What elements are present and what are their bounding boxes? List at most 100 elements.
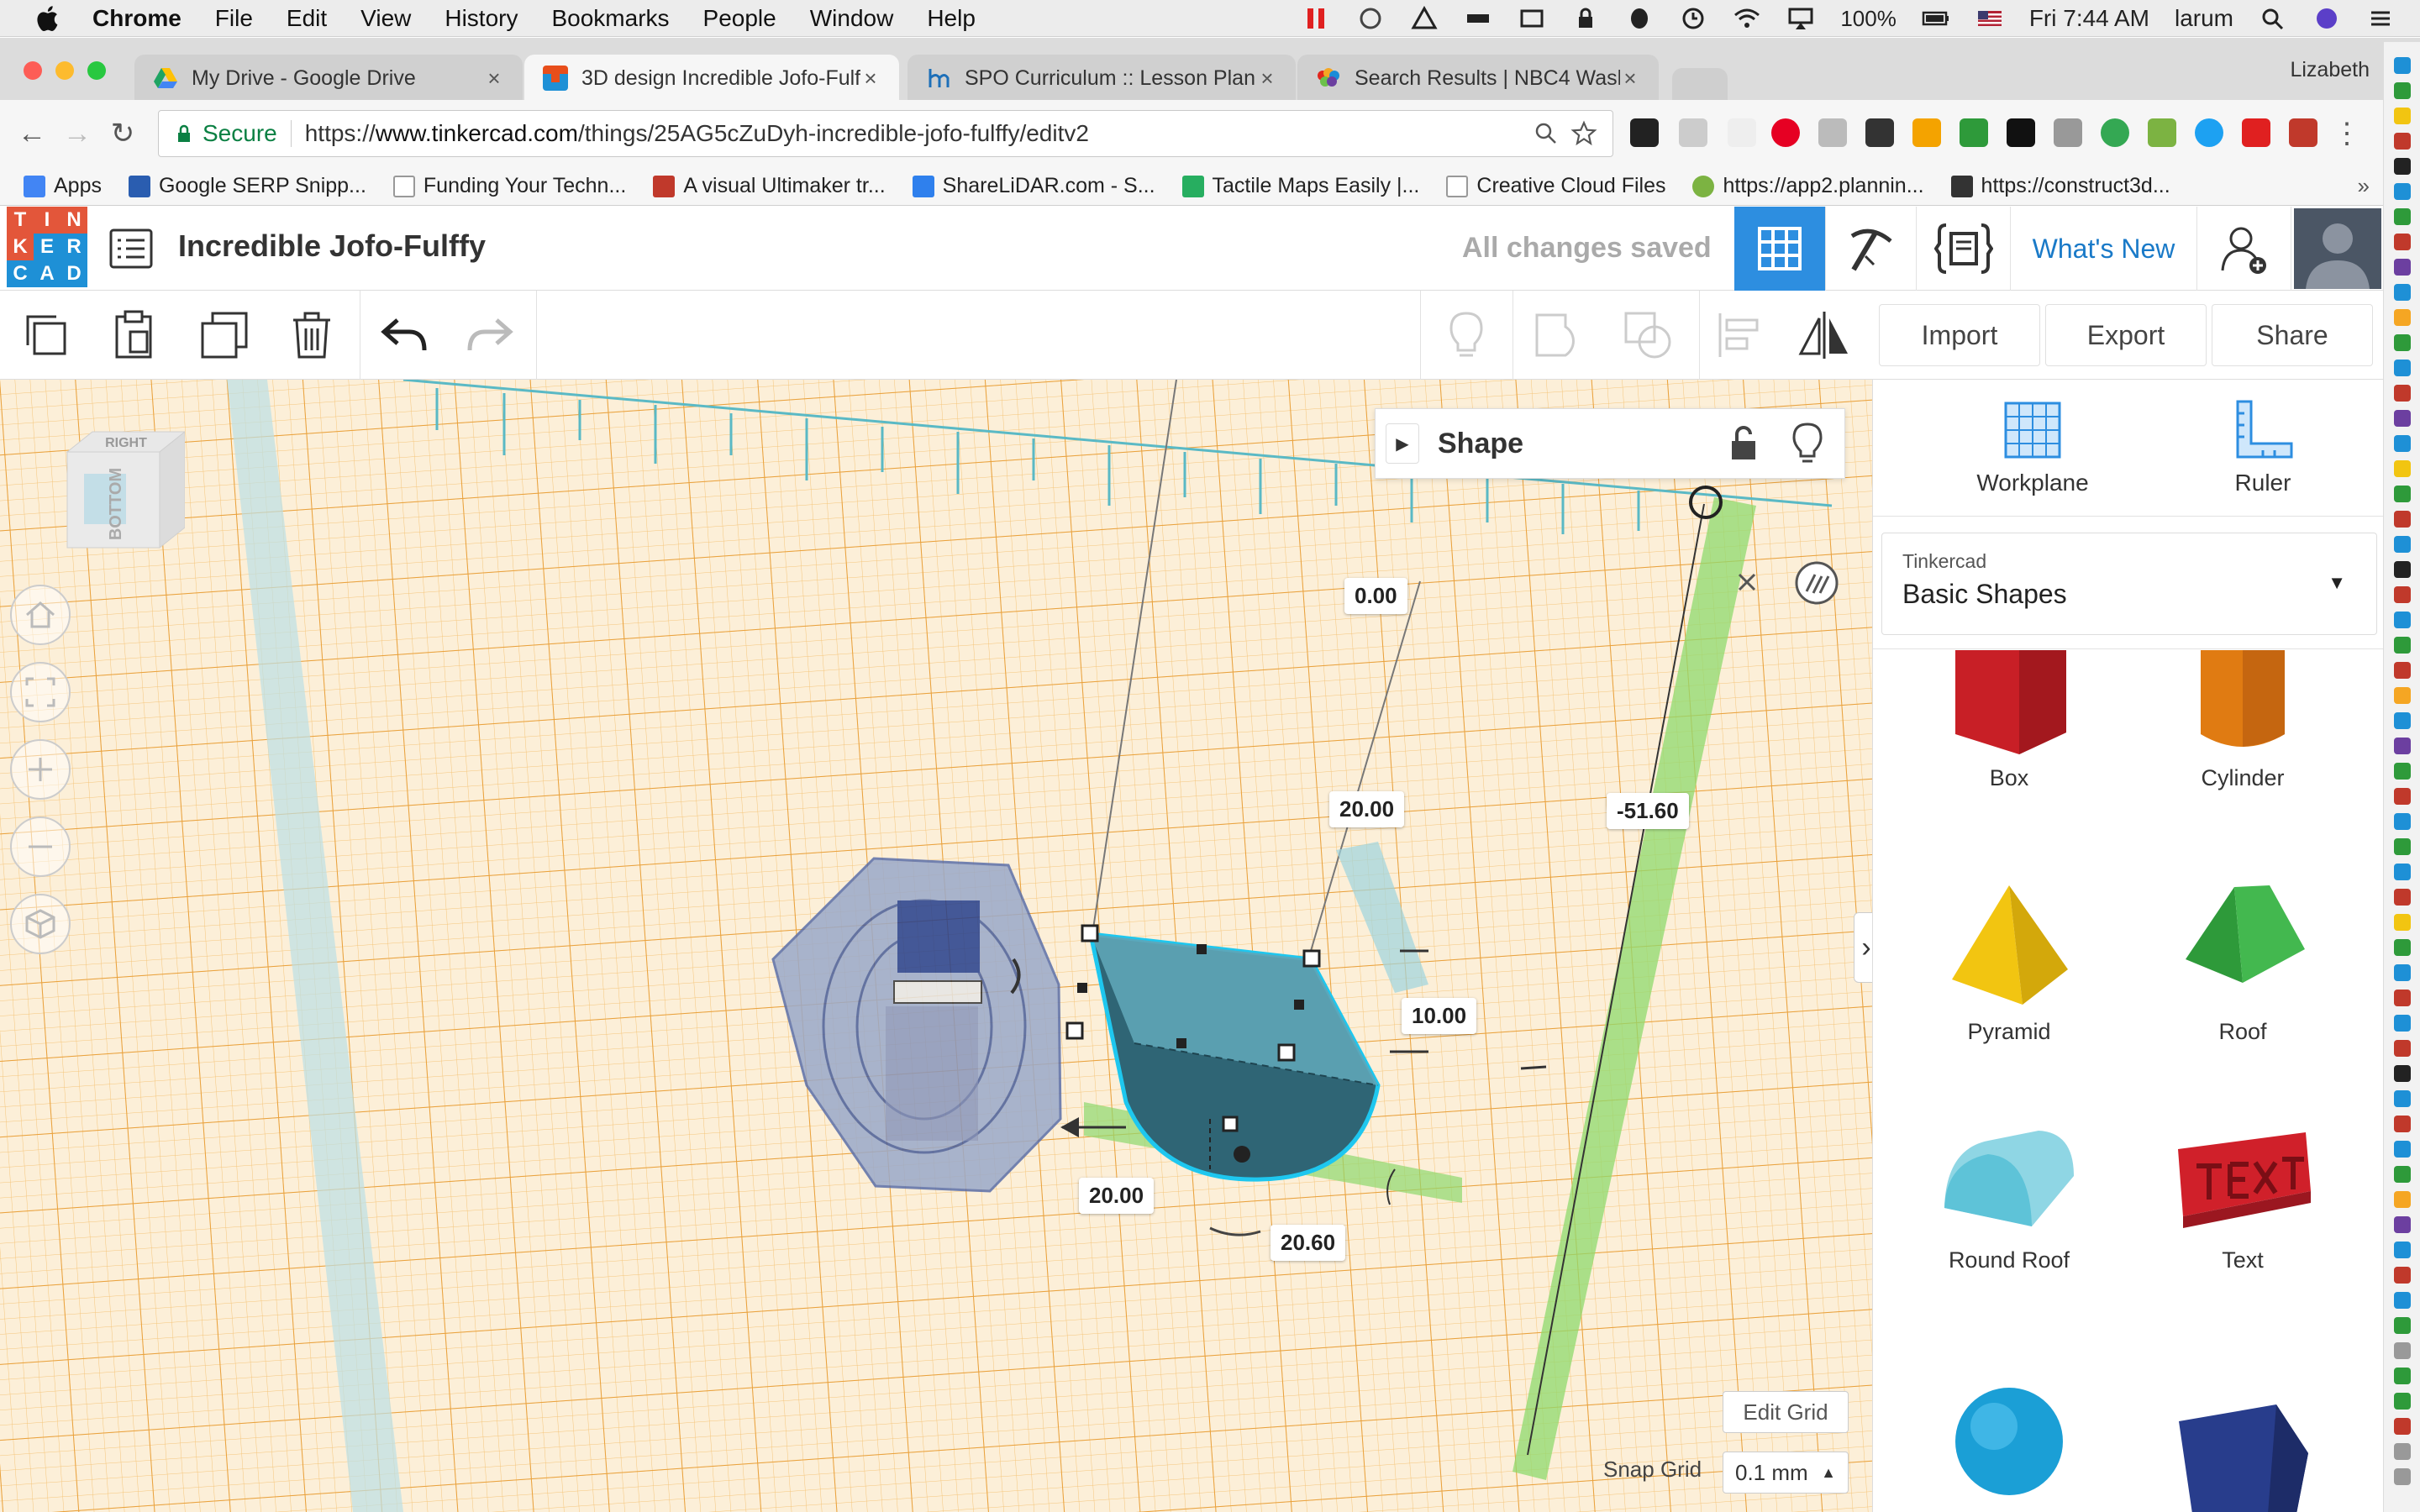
reload-button[interactable]: ↻ (104, 115, 141, 152)
dock-icon[interactable] (2394, 1191, 2411, 1208)
bookmark-item[interactable]: ShareLiDAR.com - S... (912, 174, 1155, 198)
dock-icon[interactable] (2394, 1216, 2411, 1233)
dock-icon[interactable] (2394, 1443, 2411, 1460)
fit-view-button[interactable] (10, 662, 71, 722)
dock-icon[interactable] (2394, 662, 2411, 679)
battery-small-icon[interactable] (1464, 6, 1492, 31)
tab-close-icon[interactable]: × (484, 66, 504, 92)
dock-icon[interactable] (2394, 1468, 2411, 1485)
shape-pyramid[interactable]: Pyramid (1925, 879, 2093, 1045)
dock-icon[interactable] (2394, 763, 2411, 780)
dock-icon[interactable] (2394, 864, 2411, 880)
align-button[interactable] (1709, 306, 1768, 365)
dock-icon[interactable] (2394, 511, 2411, 528)
whats-new-button[interactable]: What's New (2010, 207, 2196, 291)
dock-icon[interactable] (2394, 738, 2411, 754)
menu-edit[interactable]: Edit (287, 5, 327, 32)
dock-icon[interactable] (2394, 1116, 2411, 1132)
tab-close-icon[interactable]: × (860, 66, 881, 92)
amazon-extension-icon[interactable] (2007, 118, 2035, 147)
flash-extension-icon[interactable] (2242, 118, 2270, 147)
dock-icon[interactable] (2394, 410, 2411, 427)
dock-icon[interactable] (2394, 309, 2411, 326)
dock-icon[interactable] (2394, 990, 2411, 1006)
dock-icon[interactable] (2394, 612, 2411, 628)
extension-icon[interactable] (1679, 118, 1707, 147)
dock-icon[interactable] (2394, 1141, 2411, 1158)
add-collaborator-button[interactable] (2196, 207, 2291, 291)
pdf-extension-icon[interactable] (2289, 118, 2317, 147)
notes-button[interactable] (1437, 306, 1496, 365)
dock-icon[interactable] (2394, 1393, 2411, 1410)
lock-menu-icon[interactable] (1571, 6, 1600, 31)
expand-inspector-button[interactable]: ▶ (1386, 423, 1419, 464)
dock-icon[interactable] (2394, 259, 2411, 276)
rotation-dimension[interactable]: 20.60 (1270, 1225, 1346, 1261)
photo-icon[interactable] (1518, 6, 1546, 31)
mirror-button[interactable] (1795, 306, 1854, 365)
shape-roof[interactable]: Roof (2159, 879, 2327, 1045)
edit-grid-button[interactable]: Edit Grid (1723, 1391, 1849, 1433)
dock-icon[interactable] (2394, 460, 2411, 477)
extension-icon[interactable] (1818, 118, 1847, 147)
spotlight-search-icon[interactable] (2259, 6, 2287, 31)
omnibox[interactable]: Secure https://www.tinkercad.com/things/… (158, 110, 1613, 157)
view-cube[interactable]: RIGHT BOTTOM (59, 427, 185, 561)
menu-help[interactable]: Help (927, 5, 976, 32)
snap-grid-select[interactable]: 0.1 mm ▲ (1723, 1452, 1849, 1494)
dock-icon[interactable] (2394, 486, 2411, 502)
dock-icon[interactable] (2394, 82, 2411, 99)
dock-icon[interactable] (2394, 939, 2411, 956)
dock-icon[interactable] (2394, 1242, 2411, 1258)
dock-icon[interactable] (2394, 1292, 2411, 1309)
copy-button[interactable] (17, 306, 76, 365)
zoom-in-button[interactable] (10, 739, 71, 800)
window-close-button[interactable] (24, 61, 42, 80)
evernote-icon[interactable] (1625, 6, 1654, 31)
menu-bookmarks[interactable]: Bookmarks (551, 5, 669, 32)
menu-history[interactable]: History (445, 5, 518, 32)
home-view-button[interactable] (10, 585, 71, 645)
menu-view[interactable]: View (360, 5, 411, 32)
bookmark-item[interactable]: Tactile Maps Easily |... (1181, 174, 1419, 198)
dock-icon[interactable] (2394, 1317, 2411, 1334)
shape-box[interactable]: Box (1925, 650, 2093, 791)
dock-icon[interactable] (2394, 1418, 2411, 1435)
tinkercad-logo[interactable]: T I N K E R C A D (7, 207, 87, 287)
bookmark-item[interactable]: A visual Ultimaker tr... (653, 174, 886, 198)
dock-icon[interactable] (2394, 234, 2411, 250)
menu-file[interactable]: File (215, 5, 253, 32)
length-dimension[interactable]: 20.00 (1079, 1178, 1155, 1214)
tab-spo-curriculum[interactable]: SPO Curriculum :: Lesson Plan × (908, 55, 1296, 102)
dock-icon[interactable] (2394, 183, 2411, 200)
workplane-tool[interactable]: Workplane (1940, 396, 2125, 496)
redo-button[interactable] (460, 306, 519, 365)
dock-icon[interactable] (2394, 158, 2411, 175)
dock-icon[interactable] (2394, 1342, 2411, 1359)
share-button[interactable]: Share (2212, 304, 2373, 366)
dock-icon[interactable] (2394, 1267, 2411, 1284)
dock-icon[interactable] (2394, 536, 2411, 553)
dock-icon[interactable] (2394, 208, 2411, 225)
dock-icon[interactable] (2394, 360, 2411, 376)
extension-icon[interactable] (1960, 118, 1988, 147)
dock-icon[interactable] (2394, 1015, 2411, 1032)
pause-indicator-icon[interactable] (1302, 6, 1331, 31)
close-x-icon[interactable] (1733, 568, 1761, 596)
dock-icon[interactable] (2394, 964, 2411, 981)
bookmark-apps[interactable]: Apps (24, 174, 102, 198)
codeblocks-button[interactable] (1916, 207, 2010, 291)
dock-icon[interactable] (2394, 385, 2411, 402)
zoom-out-button[interactable] (10, 816, 71, 877)
tab-close-icon[interactable]: × (1620, 66, 1640, 92)
dock-icon[interactable] (2394, 108, 2411, 124)
chrome-menu-icon[interactable]: ⋮ (2333, 115, 2361, 152)
battery-icon[interactable] (1922, 6, 1950, 31)
dock-icon[interactable] (2394, 284, 2411, 301)
ungroup-button[interactable] (1618, 306, 1677, 365)
zoom-icon[interactable] (1534, 121, 1559, 146)
dock-icon[interactable] (2394, 586, 2411, 603)
dock-icon[interactable] (2394, 712, 2411, 729)
window-minimize-button[interactable] (55, 61, 74, 80)
export-button[interactable]: Export (2045, 304, 2207, 366)
